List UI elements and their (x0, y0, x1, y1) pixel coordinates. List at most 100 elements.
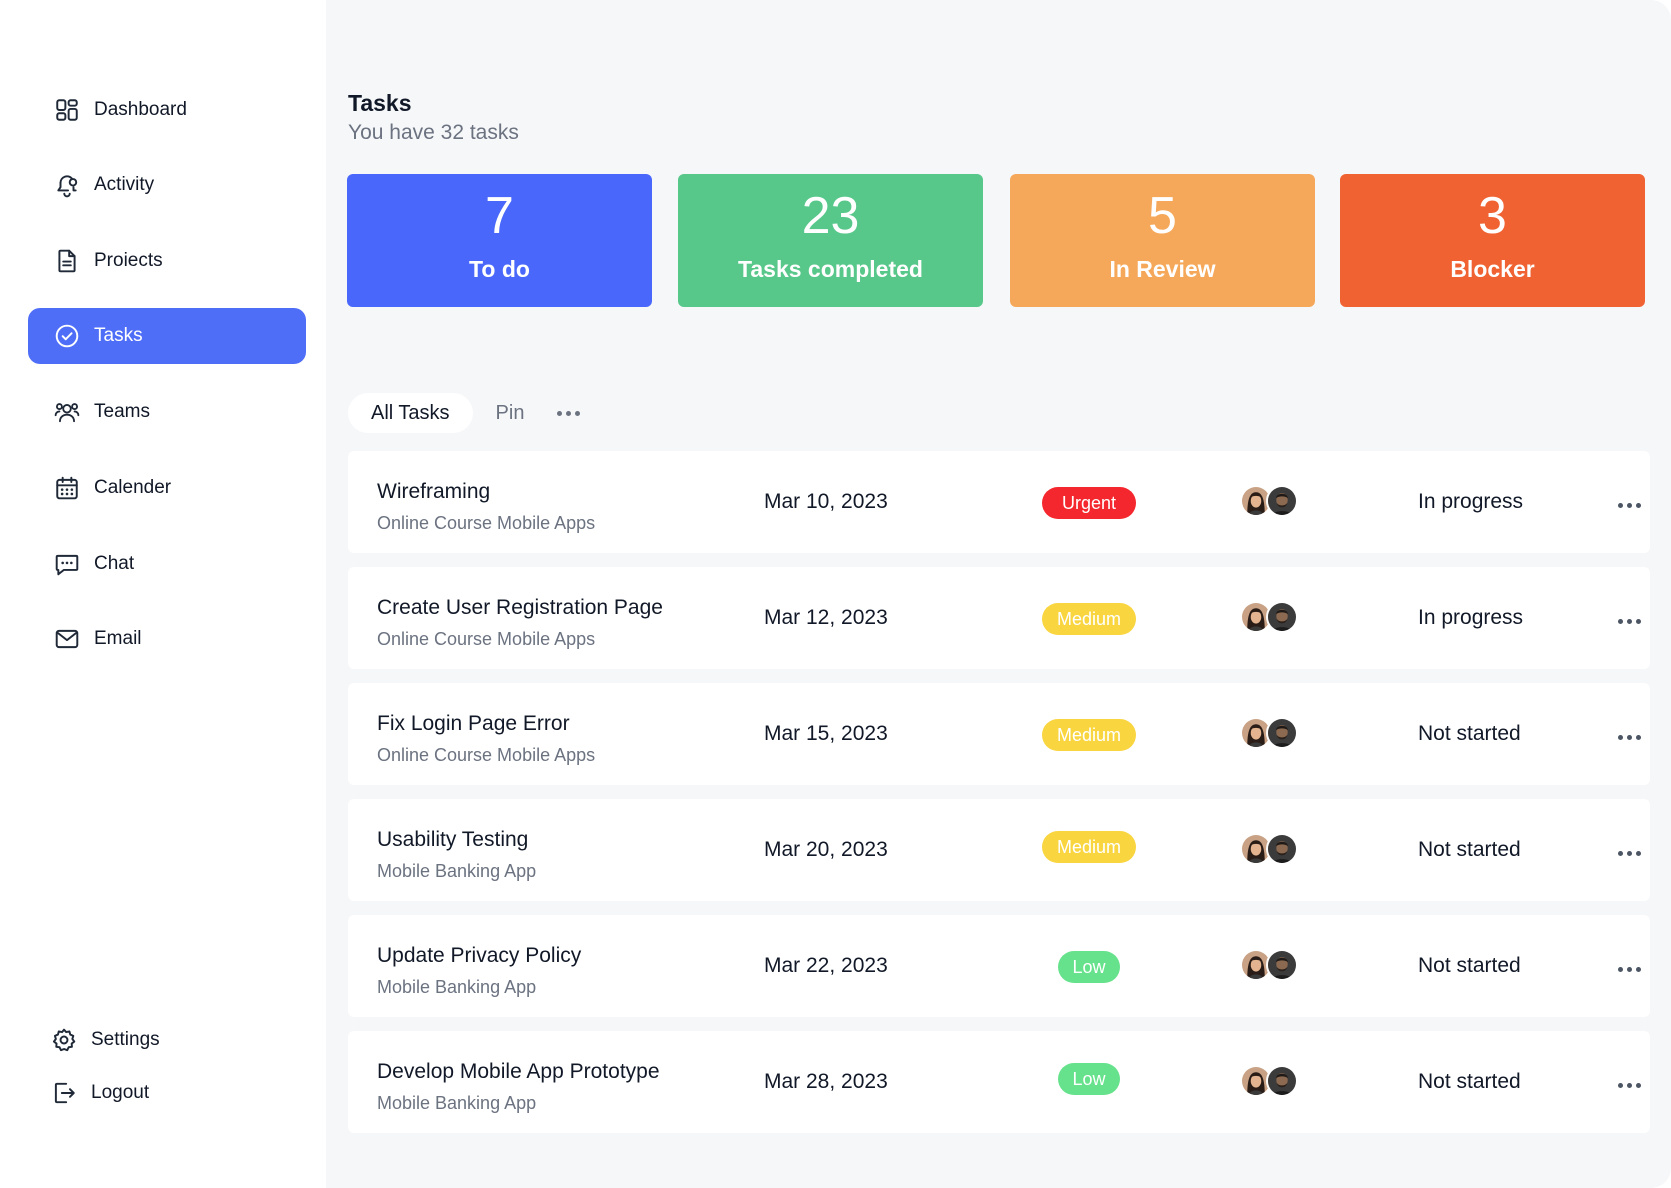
avatar (1266, 485, 1298, 517)
task-project: Mobile Banking App (377, 977, 537, 997)
assignee-avatars[interactable] (1240, 833, 1302, 867)
task-name: Develop Mobile App Prototype (377, 1060, 660, 1083)
sidebar: Dashboard Activity Proiects Tasks Teams (0, 0, 326, 1188)
task-due-date: Mar 20, 2023 (764, 838, 888, 861)
task-row[interactable]: Develop Mobile App Prototype Mobile Banki… (348, 1031, 1650, 1133)
stat-label: Blocker (1450, 256, 1535, 282)
users-icon (54, 399, 80, 425)
priority-badge: Low (1058, 1063, 1120, 1095)
avatar (1266, 1065, 1298, 1097)
avatar (1266, 717, 1298, 749)
sidebar-item-label: Settings (91, 1029, 160, 1050)
priority-badge: Low (1058, 951, 1120, 983)
sidebar-item-label: Calender (94, 477, 172, 498)
sidebar-item-label: Email (94, 628, 142, 649)
sidebar-item-label: Logout (91, 1082, 150, 1103)
row-more-icon[interactable] (1614, 731, 1645, 744)
task-row[interactable]: Usability Testing Mobile Banking App Mar 2… (348, 799, 1650, 901)
task-status: Not started (1418, 1070, 1521, 1093)
main-content: Tasks You have 32 tasks 7 To do 23 Tasks… (326, 0, 1671, 1188)
assignee-avatars[interactable] (1240, 485, 1302, 519)
task-name: Wireframing (377, 480, 491, 503)
sidebar-item-projects[interactable]: Proiects (28, 233, 306, 289)
sidebar-item-label: Teams (94, 401, 150, 422)
dashboard-icon (54, 97, 80, 123)
task-due-date: Mar 22, 2023 (764, 954, 888, 977)
stat-card-todo[interactable]: 7 To do (347, 174, 652, 307)
assignee-avatars[interactable] (1240, 717, 1302, 751)
assignee-avatars[interactable] (1240, 601, 1302, 635)
task-tabs: All Tasks Pin (348, 393, 586, 433)
document-icon (54, 248, 80, 274)
assignee-avatars[interactable] (1240, 1065, 1302, 1099)
page-title: Tasks (348, 90, 412, 116)
chat-icon (54, 551, 80, 577)
sidebar-item-label: Proiects (94, 250, 163, 271)
row-more-icon[interactable] (1614, 615, 1645, 628)
tab-all-tasks[interactable]: All Tasks (348, 393, 473, 433)
bell-icon (54, 172, 80, 198)
avatar (1266, 833, 1298, 865)
task-due-date: Mar 28, 2023 (764, 1070, 888, 1093)
sidebar-item-email[interactable]: Email (28, 611, 306, 667)
page-subtitle: You have 32 tasks (348, 121, 519, 144)
gear-icon (51, 1027, 77, 1053)
sidebar-item-calender[interactable]: Calender (28, 460, 306, 516)
sidebar-item-label: Dashboard (94, 99, 187, 120)
stat-value: 3 (1478, 187, 1507, 245)
tabs-more-icon[interactable] (551, 405, 586, 422)
task-row[interactable]: Update Privacy Policy Mobile Banking App M… (348, 915, 1650, 1017)
task-row[interactable]: Create User Registration Page Online Cour… (348, 567, 1650, 669)
task-project: Mobile Banking App (377, 861, 537, 881)
priority-badge: Urgent (1042, 487, 1136, 519)
avatar (1266, 949, 1298, 981)
calendar-icon (54, 475, 80, 501)
stat-card-completed[interactable]: 23 Tasks completed (678, 174, 983, 307)
sidebar-item-activity[interactable]: Activity (28, 157, 306, 213)
task-status: Not started (1418, 954, 1521, 977)
task-name: Usability Testing (377, 828, 529, 851)
row-more-icon[interactable] (1614, 963, 1645, 976)
sidebar-item-tasks[interactable]: Tasks (28, 308, 306, 364)
tab-pin[interactable]: Pin (473, 393, 548, 433)
logout-icon (51, 1080, 77, 1106)
sidebar-item-chat[interactable]: Chat (28, 536, 306, 592)
task-name: Create User Registration Page (377, 596, 663, 619)
row-more-icon[interactable] (1614, 1079, 1645, 1092)
task-project: Mobile Banking App (377, 1093, 537, 1113)
task-status: In progress (1418, 606, 1524, 629)
task-status: Not started (1418, 838, 1521, 861)
task-status: In progress (1418, 490, 1524, 513)
priority-badge: Medium (1042, 603, 1136, 635)
stat-card-blocker[interactable]: 3 Blocker (1340, 174, 1645, 307)
task-row[interactable]: Wireframing Online Course Mobile Apps Mar … (348, 451, 1650, 553)
task-project: Online Course Mobile Apps (377, 629, 596, 649)
sidebar-item-dashboard[interactable]: Dashboard (28, 82, 306, 138)
task-due-date: Mar 10, 2023 (764, 490, 888, 513)
app-window: Dashboard Activity Proiects Tasks Teams (0, 0, 1671, 1188)
sidebar-item-settings[interactable]: Settings (28, 1012, 306, 1068)
mail-icon (54, 626, 80, 652)
row-more-icon[interactable] (1614, 499, 1645, 512)
assignee-avatars[interactable] (1240, 949, 1302, 983)
task-status: Not started (1418, 722, 1521, 745)
stat-card-in-review[interactable]: 5 In Review (1010, 174, 1315, 307)
stat-value: 7 (485, 187, 514, 245)
sidebar-item-teams[interactable]: Teams (28, 384, 306, 440)
avatar (1266, 601, 1298, 633)
task-name: Fix Login Page Error (377, 712, 570, 735)
task-project: Online Course Mobile Apps (377, 745, 596, 765)
priority-badge: Medium (1042, 831, 1136, 863)
check-circle-icon (54, 323, 80, 349)
sidebar-item-logout[interactable]: Logout (28, 1065, 306, 1121)
row-more-icon[interactable] (1614, 847, 1645, 860)
stat-value: 23 (801, 187, 860, 245)
sidebar-item-label: Chat (94, 553, 135, 574)
task-name: Update Privacy Policy (377, 944, 582, 967)
task-row[interactable]: Fix Login Page Error Online Course Mobile… (348, 683, 1650, 785)
sidebar-item-label: Tasks (94, 325, 143, 346)
stat-label: In Review (1109, 256, 1216, 282)
task-due-date: Mar 15, 2023 (764, 722, 888, 745)
task-project: Online Course Mobile Apps (377, 513, 596, 533)
stat-value: 5 (1148, 187, 1177, 245)
